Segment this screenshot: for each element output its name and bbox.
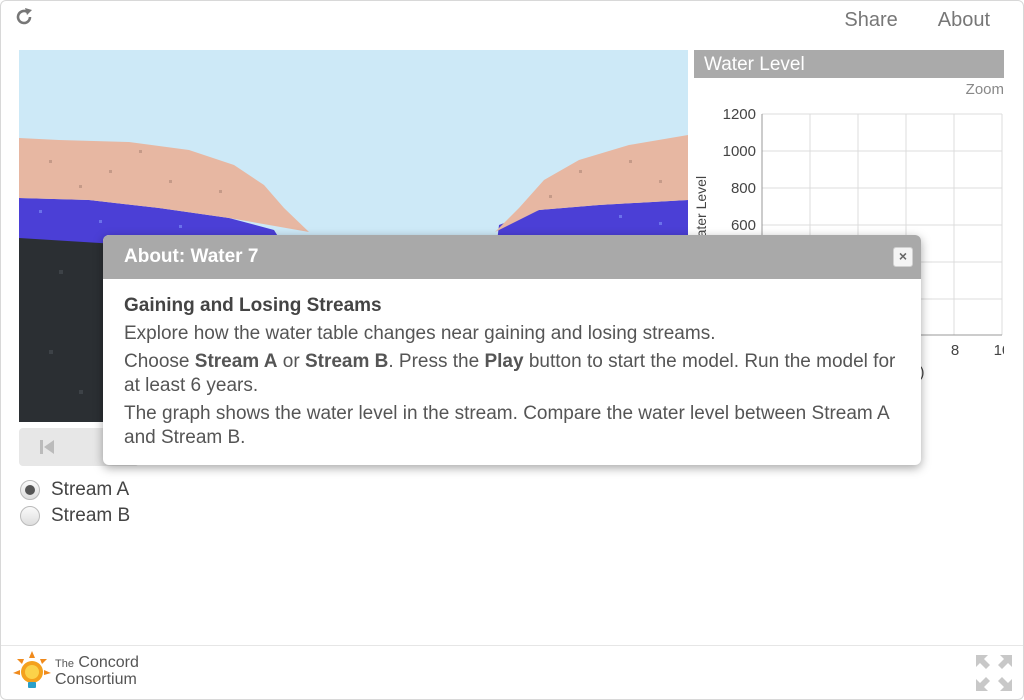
radio-stream-b[interactable]: Stream B bbox=[20, 503, 130, 529]
x-tick-label: 10 bbox=[994, 342, 1004, 359]
close-icon[interactable]: × bbox=[893, 247, 913, 267]
about-link[interactable]: About bbox=[938, 9, 990, 32]
radio-button[interactable] bbox=[20, 506, 40, 526]
radio-selected-dot bbox=[25, 485, 35, 495]
about-dialog: About: Water 7 × Gaining and Losing Stre… bbox=[103, 235, 921, 465]
y-tick-label: 800 bbox=[731, 180, 756, 197]
zoom-button[interactable]: Zoom bbox=[966, 81, 1004, 98]
skip-back-icon bbox=[40, 440, 54, 454]
y-tick-label: 1200 bbox=[723, 106, 756, 123]
y-tick-label: 600 bbox=[731, 217, 756, 234]
dialog-paragraph: Choose Stream A or Stream B. Press the P… bbox=[124, 351, 896, 396]
dialog-header: About: Water 7 × bbox=[103, 235, 921, 279]
x-tick-label: 8 bbox=[951, 342, 959, 359]
footer-divider bbox=[1, 645, 1023, 646]
share-link[interactable]: Share bbox=[844, 9, 897, 32]
dialog-heading: Gaining and Losing Streams bbox=[124, 295, 382, 316]
fullscreen-icon[interactable] bbox=[974, 653, 1014, 693]
radio-label: Stream A bbox=[51, 479, 130, 500]
radio-label: Stream B bbox=[51, 505, 131, 526]
dialog-body: Gaining and Losing Streams Explore how t… bbox=[103, 279, 921, 450]
y-tick-label: 1000 bbox=[723, 143, 756, 160]
radio-stream-a[interactable]: Stream A bbox=[20, 477, 130, 503]
dialog-paragraph: The graph shows the water level in the s… bbox=[124, 403, 889, 448]
reload-icon[interactable] bbox=[13, 6, 35, 28]
lightbulb-logo-icon bbox=[13, 651, 51, 688]
dialog-paragraph: Explore how the water table changes near… bbox=[124, 323, 716, 344]
radio-button[interactable] bbox=[20, 480, 40, 500]
logo-text: The Concord Consortium bbox=[55, 653, 139, 688]
reset-button[interactable] bbox=[19, 428, 75, 466]
dialog-title: About: Water 7 bbox=[124, 246, 259, 267]
top-nav: Share About bbox=[844, 9, 990, 32]
concord-logo[interactable]: The Concord Consortium bbox=[13, 651, 139, 691]
stream-selector: Stream A Stream B bbox=[20, 477, 130, 529]
